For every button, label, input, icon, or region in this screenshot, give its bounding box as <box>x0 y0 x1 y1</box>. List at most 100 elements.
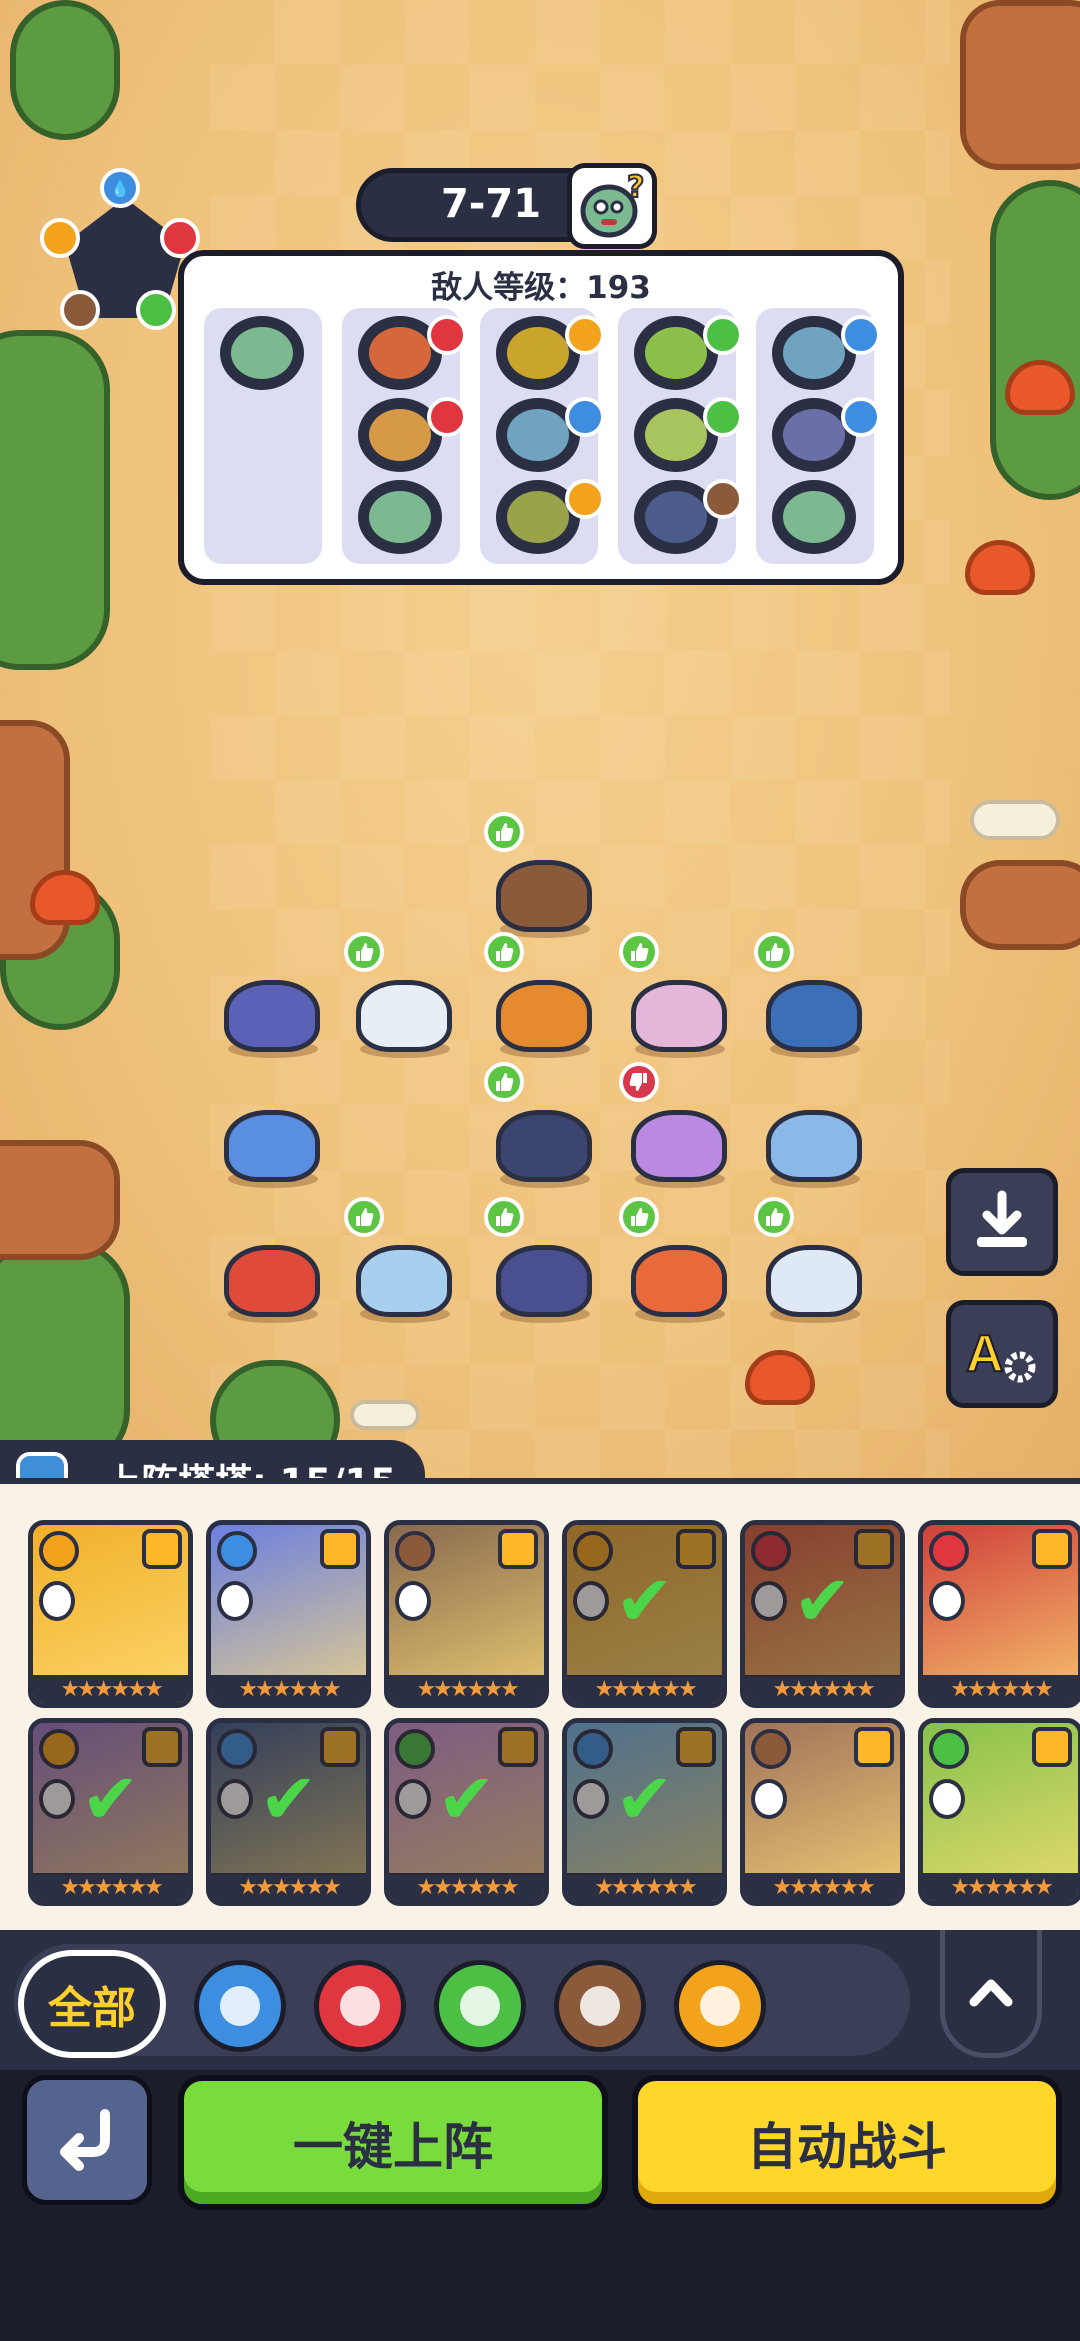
thumbs-up-icon <box>754 1197 794 1237</box>
thumbs-up-icon <box>619 932 659 972</box>
hero-card[interactable]: ★★★★★★ ✔ <box>384 1718 549 1906</box>
auto-battle-button[interactable]: 自动战斗 <box>632 2075 1062 2210</box>
hero-card[interactable]: ★★★★★★ ✔ <box>562 1520 727 1708</box>
hero-card[interactable]: ★★★★★★ <box>384 1520 549 1708</box>
enemy-portrait[interactable] <box>496 479 605 554</box>
hero-unit[interactable] <box>484 1197 596 1323</box>
hero-card[interactable]: ★★★★★★ <box>206 1520 371 1708</box>
card-star-rating: ★★★★★★ <box>745 1873 900 1901</box>
card-star-rating: ★★★★★★ <box>567 1675 722 1703</box>
card-star-rating: ★★★★★★ <box>923 1873 1078 1901</box>
enemy-portrait[interactable] <box>634 397 743 472</box>
cost-icon <box>929 1581 965 1621</box>
thumbs-down-icon <box>619 1062 659 1102</box>
enemy-portrait[interactable] <box>220 316 304 390</box>
enemy-portrait[interactable] <box>496 315 605 390</box>
filter-fire-button[interactable] <box>314 1960 406 2052</box>
hero-card[interactable]: ★★★★★★ <box>740 1718 905 1906</box>
earth-icon <box>751 1729 791 1769</box>
hero-unit[interactable] <box>619 932 731 1058</box>
rock-decoration <box>960 860 1080 950</box>
save-formation-button[interactable] <box>946 1168 1058 1276</box>
hero-card[interactable]: ★★★★★★ ✔ <box>206 1718 371 1906</box>
hero-unit[interactable] <box>218 1225 324 1323</box>
water-icon <box>565 397 605 437</box>
hero-unit[interactable] <box>760 1090 866 1188</box>
filter-electric-button[interactable] <box>674 1960 766 2052</box>
hero-sprite <box>631 1245 727 1317</box>
hero-card[interactable]: ★★★★★★ <box>918 1520 1080 1708</box>
filter-grass-button[interactable] <box>434 1960 526 2052</box>
water-icon <box>220 1986 260 2026</box>
filter-all-button[interactable]: 全部 <box>18 1950 166 2058</box>
fire-icon <box>427 397 467 437</box>
enemy-portrait[interactable] <box>772 315 881 390</box>
card-star-rating: ★★★★★★ <box>389 1675 544 1703</box>
back-button[interactable] <box>22 2075 152 2205</box>
card-star-rating: ★★★★★★ <box>389 1873 544 1901</box>
hero-unit[interactable] <box>619 1062 731 1188</box>
hero-sprite <box>224 980 320 1052</box>
hero-sprite <box>496 1245 592 1317</box>
enemy-portrait[interactable] <box>358 315 467 390</box>
hero-unit[interactable] <box>484 1062 596 1188</box>
hero-unit[interactable] <box>754 932 866 1058</box>
cost-icon <box>751 1779 787 1819</box>
electric-icon <box>700 1986 740 2026</box>
hero-unit[interactable] <box>344 1197 456 1323</box>
electric-icon <box>40 218 80 258</box>
one-click-deploy-button[interactable]: 一键上阵 <box>178 2075 608 2210</box>
enemy-face <box>783 409 845 461</box>
enemy-lane <box>204 308 322 564</box>
enemy-portrait[interactable] <box>496 397 605 472</box>
enemy-portrait[interactable] <box>358 397 467 472</box>
chevron-up-icon <box>969 1979 1013 2006</box>
check-icon: ✔ <box>567 1723 722 1875</box>
cost-icon <box>395 1581 431 1621</box>
hero-unit[interactable] <box>754 1197 866 1323</box>
hero-card[interactable]: ★★★★★★ ✔ <box>740 1520 905 1708</box>
enemy-face <box>231 327 293 379</box>
boss-info-icon[interactable]: ? <box>567 163 657 249</box>
svg-text:?: ? <box>627 173 644 205</box>
enemy-lane <box>618 308 743 564</box>
filter-water-button[interactable] <box>194 1960 286 2052</box>
hero-card[interactable]: ★★★★★★ ✔ <box>28 1718 193 1906</box>
enemy-face <box>507 327 569 379</box>
filter-earth-button[interactable] <box>554 1960 646 2052</box>
hero-unit[interactable] <box>218 1090 324 1188</box>
hero-card[interactable]: ★★★★★★ ✔ <box>562 1718 727 1906</box>
check-icon: ✔ <box>567 1525 722 1677</box>
hero-unit[interactable] <box>218 960 324 1058</box>
enemy-face <box>645 491 707 543</box>
hero-sprite <box>496 980 592 1052</box>
hero-unit[interactable] <box>484 812 596 938</box>
hero-card[interactable]: ★★★★★★ <box>918 1718 1080 1906</box>
hero-card[interactable]: ★★★★★★ <box>28 1520 193 1708</box>
thumbs-up-icon <box>619 1197 659 1237</box>
enemy-portrait[interactable] <box>772 480 856 554</box>
bone-decoration <box>350 1400 420 1430</box>
thumbs-up-icon <box>484 1062 524 1102</box>
enemy-portrait[interactable] <box>634 315 743 390</box>
card-star-rating: ★★★★★★ <box>923 1675 1078 1703</box>
enemy-face <box>507 409 569 461</box>
enemy-portrait[interactable] <box>634 479 743 554</box>
earth-icon <box>395 1531 435 1571</box>
hero-sprite <box>496 860 592 932</box>
hero-unit[interactable] <box>344 932 456 1058</box>
card-star-rating: ★★★★★★ <box>33 1675 188 1703</box>
enemy-level-label: 敌人等级：193 <box>431 270 651 306</box>
expand-button[interactable] <box>940 1930 1042 2058</box>
thumbs-up-icon <box>484 812 524 852</box>
check-icon: ✔ <box>211 1723 366 1875</box>
enemy-portrait[interactable] <box>358 480 442 554</box>
auto-settings-button[interactable]: A <box>946 1300 1058 1408</box>
thumbs-up-icon <box>484 932 524 972</box>
cost-icon <box>39 1581 75 1621</box>
hero-unit[interactable] <box>484 932 596 1058</box>
battle-arena: 💧 7-71 ? 敌人等级：193 A <box>0 0 1080 1478</box>
hero-unit[interactable] <box>619 1197 731 1323</box>
return-arrow-icon <box>60 2109 110 2171</box>
enemy-portrait[interactable] <box>772 397 881 472</box>
